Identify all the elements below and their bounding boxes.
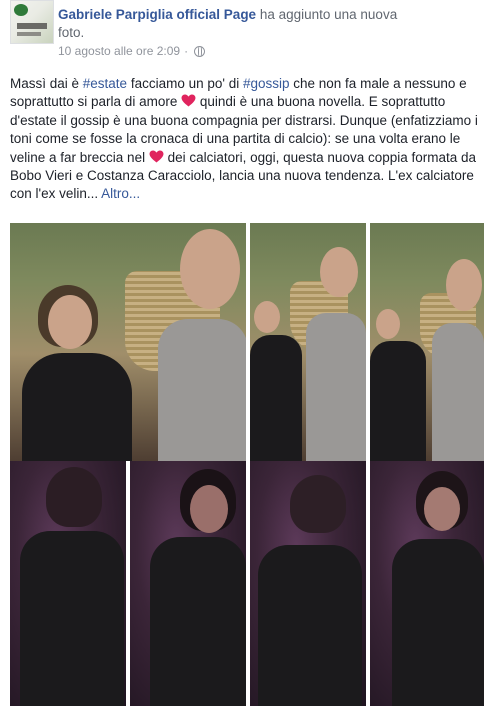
- action-text-2: foto.: [58, 25, 85, 40]
- meta-separator: ·: [184, 44, 189, 58]
- avatar-text-mark-2: [17, 32, 41, 36]
- photo-6[interactable]: [250, 461, 366, 706]
- photo-3[interactable]: [370, 223, 484, 461]
- action-text: ha aggiunto una nuova: [256, 7, 398, 22]
- author-name-link[interactable]: Gabriele Parpiglia official Page: [58, 7, 256, 22]
- photo-7[interactable]: [370, 461, 484, 706]
- photo-4[interactable]: [10, 461, 126, 706]
- post-meta: 10 agosto alle ore 2:09 ·: [58, 44, 206, 58]
- hashtag-gossip[interactable]: #gossip: [243, 76, 290, 91]
- see-more-link[interactable]: Altro...: [101, 186, 140, 201]
- text-part: Massì dai è: [10, 76, 83, 91]
- post-timestamp[interactable]: 10 agosto alle ore 2:09: [58, 44, 180, 58]
- globe-icon[interactable]: [194, 45, 206, 57]
- page-avatar[interactable]: [10, 0, 54, 44]
- hashtag-estate[interactable]: #estate: [83, 76, 127, 91]
- post-author-line: Gabriele Parpiglia official Page ha aggi…: [58, 6, 478, 42]
- post-body: Massì dai è #estate facciamo un po' di #…: [10, 75, 488, 204]
- heart-icon: [149, 150, 164, 163]
- photo-2[interactable]: [250, 223, 366, 461]
- photo-grid: [0, 215, 495, 712]
- avatar-logo-mark: [14, 4, 28, 16]
- photo-1[interactable]: [10, 223, 246, 461]
- post-header: Gabriele Parpiglia official Page ha aggi…: [10, 0, 485, 64]
- heart-icon: [181, 94, 196, 107]
- photo-5[interactable]: [130, 461, 246, 706]
- avatar-text-mark: [17, 23, 47, 29]
- text-part: facciamo un po' di: [127, 76, 243, 91]
